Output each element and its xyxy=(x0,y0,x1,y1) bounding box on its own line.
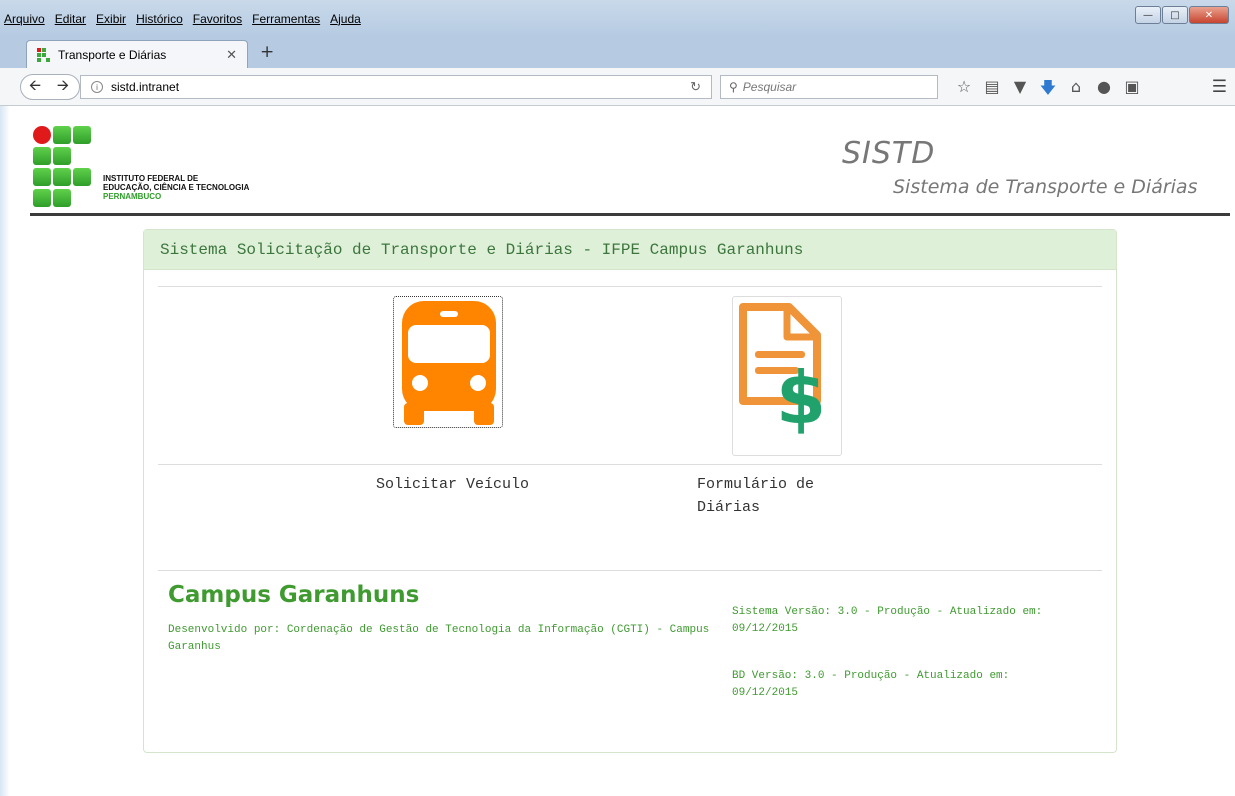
divider xyxy=(158,570,1102,571)
window-titlebar: Arquivo Editar Exibir Histórico Favorito… xyxy=(0,0,1235,36)
request-vehicle-button[interactable] xyxy=(393,296,503,428)
brand-title: SISTD xyxy=(842,136,936,171)
bookmark-star-icon[interactable]: ☆ xyxy=(950,77,978,104)
pocket-icon[interactable]: ▼ xyxy=(1006,77,1034,104)
logo-square xyxy=(53,189,71,207)
search-placeholder: Pesquisar xyxy=(742,80,797,94)
logo-text: INSTITUTO FEDERAL DE EDUCAÇÃO, CIÊNCIA E… xyxy=(103,174,249,201)
hamburger-menu-icon[interactable]: ☰ xyxy=(1212,77,1227,97)
reload-icon[interactable]: ↻ xyxy=(690,79,701,95)
divider xyxy=(158,464,1102,465)
bookmarks-list-icon[interactable]: ▤ xyxy=(978,77,1006,104)
daily-form-label-line-2: Diárias xyxy=(697,499,761,516)
brand-subtitle: Sistema de Transporte e Diárias xyxy=(893,176,1198,198)
page-header: INSTITUTO FEDERAL DE EDUCAÇÃO, CIÊNCIA E… xyxy=(30,106,1230,216)
logo-square xyxy=(33,147,51,165)
system-version-text: Sistema Versão: 3.0 - Produção - Atualiz… xyxy=(732,604,1092,638)
db-version-line-1: BD Versão: 3.0 - Produção - Atualizado e… xyxy=(732,670,1010,682)
home-icon[interactable]: ⌂ xyxy=(1062,77,1090,104)
bus-icon xyxy=(402,301,496,425)
logo-square xyxy=(33,189,51,207)
logo-square xyxy=(53,126,71,144)
new-tab-icon[interactable]: + xyxy=(260,42,274,62)
tab-transporte-diarias[interactable]: Transporte e Diárias ✕ xyxy=(26,40,248,68)
site-info-icon[interactable]: i xyxy=(91,81,103,93)
logo-square xyxy=(53,168,71,186)
maximize-button[interactable]: □ xyxy=(1162,6,1188,24)
logo-square xyxy=(73,126,91,144)
menu-favoritos[interactable]: Favoritos xyxy=(193,12,242,32)
chat-icon[interactable]: ● xyxy=(1090,77,1118,104)
close-window-button[interactable]: ✕ xyxy=(1189,6,1229,24)
download-icon[interactable]: 🡇 xyxy=(1034,77,1062,104)
close-tab-icon[interactable]: ✕ xyxy=(226,47,237,63)
document-dollar-icon: $ xyxy=(739,303,826,440)
search-input[interactable]: ⚲ Pesquisar xyxy=(720,75,938,99)
menu-bar: Arquivo Editar Exibir Histórico Favorito… xyxy=(4,12,361,32)
campus-title: Campus Garanhuns xyxy=(168,582,420,608)
logo-square xyxy=(53,147,71,165)
back-forward-group: 🡨 🡪 xyxy=(20,74,80,100)
daily-form-label-line-1: Formulário de xyxy=(697,476,815,493)
menu-historico[interactable]: Histórico xyxy=(136,12,183,32)
menu-editar[interactable]: Editar xyxy=(55,12,86,32)
logo-square xyxy=(73,168,91,186)
daily-form-label[interactable]: Formulário de Diárias xyxy=(697,473,857,519)
system-version-line-2: 09/12/2015 xyxy=(732,623,799,635)
divider xyxy=(158,286,1102,287)
system-version-line-1: Sistema Versão: 3.0 - Produção - Atualiz… xyxy=(732,606,1043,618)
url-text[interactable]: sistd.intranet xyxy=(111,80,179,94)
forward-arrow-icon[interactable]: 🡪 xyxy=(49,75,77,100)
window-left-edge xyxy=(0,106,10,796)
db-version-text: BD Versão: 3.0 - Produção - Atualizado e… xyxy=(732,668,1092,702)
logo-line-3: PERNAMBUCO xyxy=(103,192,162,201)
logo-red-dot-icon xyxy=(33,126,51,144)
url-bar[interactable]: i sistd.intranet ↻ xyxy=(80,75,712,99)
svg-text:$: $ xyxy=(776,356,826,440)
search-icon: ⚲ xyxy=(729,80,738,94)
tab-title: Transporte e Diárias xyxy=(58,47,167,62)
daily-form-button[interactable]: $ xyxy=(732,296,842,456)
developed-by-text: Desenvolvido por: Cordenação de Gestão d… xyxy=(168,624,710,653)
ifpe-favicon-icon xyxy=(37,48,50,62)
screenshot-icon[interactable]: ▣ xyxy=(1118,77,1146,104)
minimize-button[interactable]: — xyxy=(1135,6,1161,24)
navigation-bar: 🡨 🡪 i sistd.intranet ↻ ⚲ Pesquisar ☆ ▤ ▼… xyxy=(0,68,1235,106)
request-vehicle-label[interactable]: Solicitar Veículo xyxy=(376,473,529,496)
panel-heading: Sistema Solicitação de Transporte e Diár… xyxy=(144,230,1116,270)
toolbar-icons: ☆ ▤ ▼ 🡇 ⌂ ● ▣ xyxy=(950,77,1146,104)
menu-exibir[interactable]: Exibir xyxy=(96,12,126,32)
menu-arquivo[interactable]: Arquivo xyxy=(4,12,45,32)
menu-ajuda[interactable]: Ajuda xyxy=(330,12,361,32)
ifpe-logo: INSTITUTO FEDERAL DE EDUCAÇÃO, CIÊNCIA E… xyxy=(33,126,273,210)
logo-square xyxy=(33,168,51,186)
menu-ferramentas[interactable]: Ferramentas xyxy=(252,12,320,32)
back-arrow-icon[interactable]: 🡨 xyxy=(21,75,49,100)
window-controls: — □ ✕ xyxy=(1135,6,1229,24)
db-version-line-2: 09/12/2015 xyxy=(732,687,799,699)
tab-strip: Transporte e Diárias ✕ + xyxy=(0,36,1235,68)
logo-line-2: EDUCAÇÃO, CIÊNCIA E TECNOLOGIA xyxy=(103,183,250,192)
main-panel: Sistema Solicitação de Transporte e Diár… xyxy=(143,229,1117,753)
logo-line-1: INSTITUTO FEDERAL DE xyxy=(103,174,199,183)
